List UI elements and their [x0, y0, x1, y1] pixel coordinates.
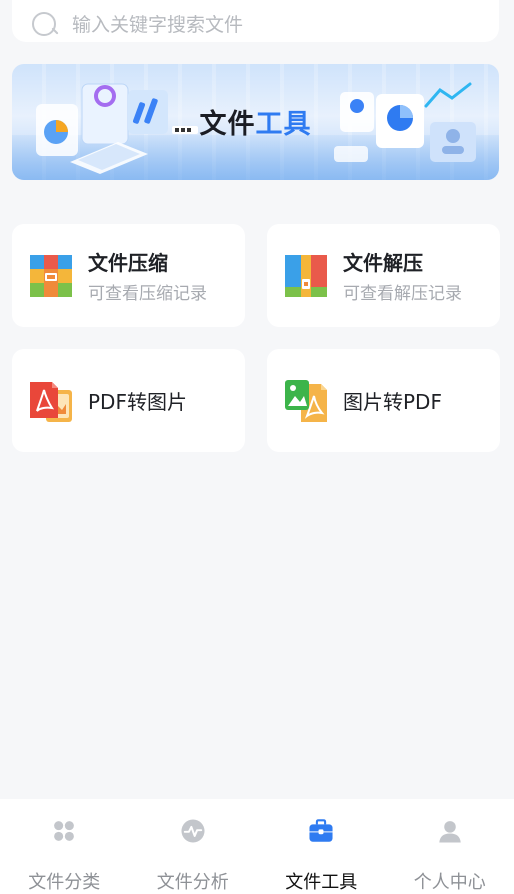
tool-subtitle: 可查看压缩记录 — [88, 284, 207, 304]
tool-name: 文件解压 — [343, 251, 423, 275]
tab-file-analysis[interactable]: 文件分析 — [129, 799, 258, 894]
tool-card-compress[interactable]: 文件压缩 可查看压缩记录 — [12, 224, 245, 327]
unzip-archive-icon — [285, 254, 327, 297]
toolbox-icon — [309, 819, 333, 842]
grid-category-icon — [54, 821, 75, 841]
tab-file-tools[interactable]: 文件工具 — [257, 799, 386, 894]
banner-title-part1: 文件 — [199, 109, 256, 140]
search-input[interactable] — [72, 14, 452, 36]
tool-name: 文件压缩 — [88, 251, 168, 275]
image-to-pdf-icon — [285, 379, 327, 422]
banner-title: 文件工具 — [12, 102, 499, 141]
banner-title-part2: 工具 — [255, 109, 312, 140]
tab-label: 文件分类 — [28, 872, 101, 893]
pdf-to-image-icon — [30, 381, 72, 422]
user-profile-icon — [439, 821, 461, 843]
tool-card-image-to-pdf[interactable]: 图片转PDF — [267, 349, 500, 452]
tab-file-category[interactable]: 文件分类 — [0, 799, 129, 894]
tab-label: 文件分析 — [156, 872, 229, 893]
file-tools-banner[interactable]: 文件工具 — [12, 64, 499, 180]
zip-archive-icon — [30, 254, 72, 297]
tool-name: 图片转PDF — [343, 390, 442, 414]
activity-chart-icon — [181, 819, 205, 843]
tool-card-decompress[interactable]: 文件解压 可查看解压记录 — [267, 224, 500, 327]
tab-profile[interactable]: 个人中心 — [386, 799, 514, 894]
tool-subtitle: 可查看解压记录 — [343, 284, 462, 304]
search-icon — [32, 12, 58, 38]
tool-card-pdf-to-image[interactable]: PDF转图片 — [12, 349, 245, 452]
search-bar[interactable] — [12, 0, 499, 42]
bottom-tab-bar: 文件分类 文件分析 文件工具 个人中心 — [0, 799, 514, 894]
tool-name: PDF转图片 — [88, 390, 187, 414]
tab-label: 个人中心 — [413, 872, 486, 893]
tab-label: 文件工具 — [285, 872, 358, 893]
